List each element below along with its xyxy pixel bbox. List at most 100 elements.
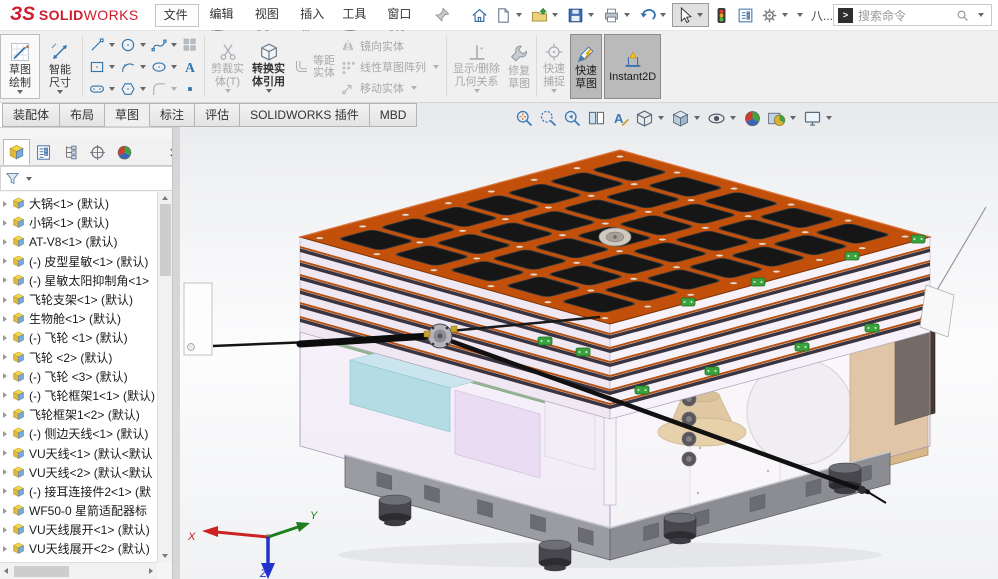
tree-item[interactable]: VU天线<2> (默认<默认	[0, 463, 157, 482]
dropdown-caret-icon[interactable]	[171, 43, 177, 47]
display-style-button[interactable]	[669, 108, 704, 129]
select-button[interactable]	[672, 3, 709, 27]
spline-tool[interactable]	[150, 34, 180, 56]
tree-item[interactable]: (-) 星敏太阳抑制角<1>	[0, 271, 157, 290]
scrollbar-thumb[interactable]	[160, 204, 171, 276]
display-manager-tab[interactable]	[111, 139, 138, 165]
tree-item[interactable]: (-) 接耳连接件2<1> (默	[0, 482, 157, 501]
tree-item[interactable]: 生物舱<1> (默认)	[0, 309, 157, 328]
slot-tool[interactable]	[88, 78, 118, 100]
dropdown-caret-icon[interactable]	[790, 116, 796, 120]
scroll-down-icon[interactable]	[162, 554, 168, 558]
dropdown-caret-icon[interactable]	[266, 89, 272, 93]
expand-arrow-icon[interactable]	[3, 220, 7, 226]
rebuild-button[interactable]	[710, 3, 733, 27]
expand-arrow-icon[interactable]	[3, 508, 7, 514]
graphics-area[interactable]: X Y Z	[180, 103, 998, 579]
expand-arrow-icon[interactable]	[3, 392, 7, 398]
tab-sketch[interactable]: 草图	[105, 103, 150, 127]
polygon-tool[interactable]	[119, 78, 149, 100]
toolbar-overflow-icon[interactable]	[797, 13, 803, 17]
dropdown-caret-icon[interactable]	[826, 116, 832, 120]
rapid-sketch-button[interactable]: 快速草图	[570, 34, 602, 99]
options-list-button[interactable]	[734, 3, 757, 27]
tree-item[interactable]: VU天线展开<2> (默认)	[0, 539, 157, 558]
print-button[interactable]	[600, 3, 635, 27]
apply-scene-button[interactable]	[765, 108, 800, 129]
dropdown-caret-icon[interactable]	[171, 65, 177, 69]
tree-item[interactable]: 飞轮 <2> (默认)	[0, 348, 157, 367]
expand-arrow-icon[interactable]	[3, 354, 7, 360]
dropdown-caret-icon[interactable]	[694, 116, 700, 120]
smart-dimension-button[interactable]: 智能 尺寸	[40, 33, 80, 100]
new-document-button[interactable]	[492, 3, 527, 27]
expand-arrow-icon[interactable]	[3, 277, 7, 283]
point-tool[interactable]	[181, 78, 199, 100]
previous-view-button[interactable]	[561, 108, 584, 129]
tree-item[interactable]: 小锅<1> (默认)	[0, 213, 157, 232]
dropdown-caret-icon[interactable]	[552, 13, 558, 17]
expand-arrow-icon[interactable]	[3, 373, 7, 379]
dropdown-caret-icon[interactable]	[782, 13, 788, 17]
dropdown-caret-icon[interactable]	[624, 13, 630, 17]
tree-item[interactable]: (-) 飞轮 <1> (默认)	[0, 328, 157, 347]
line-tool[interactable]	[88, 34, 118, 56]
menu-tools[interactable]: 工具(T)	[334, 4, 377, 27]
expand-arrow-icon[interactable]	[3, 297, 7, 303]
arc-tool[interactable]	[119, 56, 149, 78]
text-tool[interactable]	[181, 56, 199, 78]
edit-appearance-button[interactable]	[741, 108, 764, 129]
menu-window[interactable]: 窗口(W)	[379, 4, 425, 27]
feature-manager-tab[interactable]	[3, 139, 30, 165]
dropdown-caret-icon[interactable]	[109, 43, 115, 47]
expand-arrow-icon[interactable]	[3, 412, 7, 418]
view-settings-button[interactable]	[801, 108, 836, 129]
dropdown-caret-icon[interactable]	[140, 43, 146, 47]
tab-markup[interactable]: 标注	[150, 103, 195, 127]
dimxpert-manager-tab[interactable]	[84, 139, 111, 165]
sketch-annotation-button[interactable]	[609, 108, 632, 129]
instant2d-button[interactable]: Instant2D	[604, 34, 661, 99]
scrollbar-thumb[interactable]	[14, 566, 69, 577]
tab-addins[interactable]: SOLIDWORKS 插件	[240, 103, 370, 127]
section-view-button[interactable]	[585, 108, 608, 129]
save-button[interactable]	[564, 3, 599, 27]
expand-arrow-icon[interactable]	[3, 527, 7, 533]
tree-item[interactable]: VU天线<1> (默认<默认	[0, 443, 157, 462]
expand-arrow-icon[interactable]	[3, 258, 7, 264]
dropdown-caret-icon[interactable]	[171, 87, 177, 91]
filter-dropdown-caret-icon[interactable]	[26, 177, 32, 181]
sketch-button[interactable]: 草图 绘制	[0, 34, 40, 99]
dropdown-caret-icon[interactable]	[697, 13, 703, 17]
tab-evaluate[interactable]: 评估	[195, 103, 240, 127]
home-button[interactable]	[468, 3, 491, 27]
dropdown-caret-icon[interactable]	[730, 116, 736, 120]
tree-filter-bar[interactable]	[0, 166, 180, 191]
sketch-pattern-tool[interactable]	[181, 34, 199, 56]
tab-layout[interactable]: 布局	[60, 103, 105, 127]
dropdown-caret-icon[interactable]	[57, 90, 63, 94]
expand-arrow-icon[interactable]	[3, 488, 7, 494]
zoom-to-fit-button[interactable]	[513, 108, 536, 129]
dropdown-caret-icon[interactable]	[658, 116, 664, 120]
menu-edit[interactable]: 编辑(E)	[201, 4, 244, 27]
tree-vertical-scrollbar[interactable]	[157, 192, 172, 562]
dropdown-caret-icon[interactable]	[109, 65, 115, 69]
configuration-manager-tab[interactable]	[57, 139, 84, 165]
dropdown-caret-icon[interactable]	[660, 13, 666, 17]
expand-arrow-icon[interactable]	[3, 316, 7, 322]
dropdown-caret-icon[interactable]	[516, 13, 522, 17]
circle-tool[interactable]	[119, 34, 149, 56]
expand-arrow-icon[interactable]	[3, 201, 7, 207]
scroll-left-icon[interactable]	[4, 568, 8, 574]
satellite-assembly-model[interactable]: X Y Z	[180, 103, 998, 579]
tree-item[interactable]: (-) 侧边天线<1> (默认)	[0, 424, 157, 443]
menu-file[interactable]: 文件(F)	[155, 4, 200, 27]
magnifier-icon[interactable]	[955, 8, 970, 23]
user-menu[interactable]: 八...	[811, 7, 833, 24]
panel-splitter[interactable]	[172, 128, 180, 579]
view-orientation-button[interactable]	[633, 108, 668, 129]
dropdown-caret-icon[interactable]	[140, 87, 146, 91]
property-manager-tab[interactable]	[30, 139, 57, 165]
settings-button[interactable]	[758, 3, 793, 27]
